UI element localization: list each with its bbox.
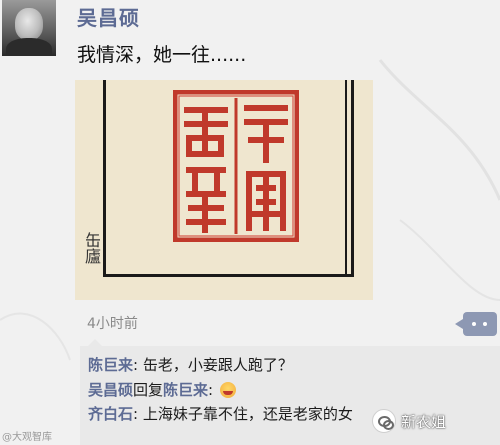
post-timestamp: 4小时前 [87,316,138,332]
comment-author[interactable]: 齐白石 [88,405,133,423]
more-options-button[interactable] [455,312,497,336]
post-image[interactable]: 缶廬 [75,80,373,300]
watermark-left: @大观智库 [2,432,52,443]
frame-line-left [103,80,106,276]
comment-item[interactable]: 陈巨来: 缶老，小妾跟人跑了？ [88,354,293,376]
frame-line-bottom [103,274,354,277]
comment-author[interactable]: 吴昌硕 [88,381,133,399]
post-author-name[interactable]: 吴昌硕 [77,2,140,31]
more-dots-icon [472,322,476,326]
comment-item[interactable]: 齐白石: 上海妹子靠不住，还是老家的女 [88,403,353,425]
wechat-icon [372,409,396,433]
avatar[interactable] [2,0,56,56]
reply-word: 回复 [133,381,164,399]
frame-line-right-inner [345,80,347,276]
watermark-right: 新农姐 [372,408,446,434]
reply-target[interactable]: 陈巨来 [163,381,208,399]
frame-line-right-outer [351,80,354,276]
comment-text: 缶老，小妾跟人跑了？ [142,356,293,374]
corner-signature: 缶廬 [82,232,101,264]
comment-text: : [208,381,214,399]
comment-text: 上海妹子靠不住，还是老家的女 [142,405,353,423]
watermark-right-text: 新农姐 [401,412,447,431]
seal-stamp [173,90,299,242]
laughing-emoji-icon [219,382,236,398]
comment-item[interactable]: 吴昌硕回复陈巨来: [88,379,236,401]
post-text: 我情深，她一往...... [77,44,247,66]
comment-author[interactable]: 陈巨来 [88,356,133,374]
